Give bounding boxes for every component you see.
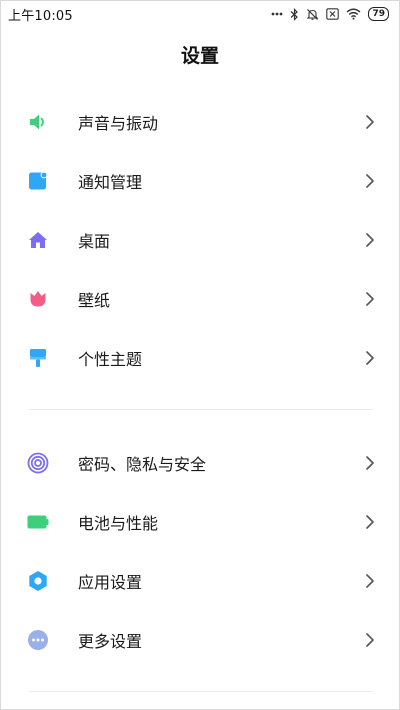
- status-time: 上午10:05: [8, 8, 73, 24]
- setting-item-sound-vibration[interactable]: 声音与振动: [1, 92, 399, 151]
- chevron-right-icon: [365, 291, 375, 307]
- paint-brush-icon: [27, 347, 49, 369]
- chevron-right-icon: [365, 455, 375, 471]
- chevron-right-icon: [365, 114, 375, 130]
- chevron-right-icon: [365, 232, 375, 248]
- setting-label: 桌面: [78, 231, 111, 251]
- setting-item-more-settings[interactable]: 更多设置: [1, 610, 399, 669]
- status-bar: 上午10:05 79: [1, 1, 399, 27]
- mute-bell-icon: [306, 8, 319, 21]
- setting-label: 密码、隐私与安全: [78, 454, 207, 474]
- status-icons: 79: [271, 7, 389, 21]
- section-divider: [29, 409, 373, 410]
- setting-item-wallpaper[interactable]: 壁纸: [1, 269, 399, 328]
- setting-label: 通知管理: [78, 172, 143, 192]
- setting-label: 更多设置: [78, 631, 143, 651]
- section-divider: [29, 691, 373, 692]
- bluetooth-icon: [290, 7, 299, 21]
- chevron-right-icon: [365, 514, 375, 530]
- chevron-right-icon: [365, 573, 375, 589]
- setting-item-battery-performance[interactable]: 电池与性能: [1, 492, 399, 551]
- setting-label: 声音与振动: [78, 113, 159, 133]
- setting-item-notifications[interactable]: 通知管理: [1, 151, 399, 210]
- setting-label: 应用设置: [78, 572, 143, 592]
- chevron-right-icon: [365, 632, 375, 648]
- notification-icon: [27, 170, 49, 192]
- wifi-icon: [346, 8, 361, 20]
- settings-group-1: 声音与振动 通知管理 桌面 壁纸 个性主题: [1, 92, 399, 387]
- setting-item-desktop[interactable]: 桌面: [1, 210, 399, 269]
- setting-item-themes[interactable]: 个性主题: [1, 328, 399, 387]
- setting-item-privacy-security[interactable]: 密码、隐私与安全: [1, 433, 399, 492]
- dots-icon: [271, 12, 283, 16]
- home-icon: [27, 229, 49, 251]
- battery-indicator: 79: [368, 7, 389, 21]
- setting-label: 个性主题: [78, 349, 143, 369]
- speaker-icon: [27, 111, 49, 133]
- setting-label: 电池与性能: [78, 513, 159, 533]
- setting-label: 壁纸: [78, 290, 111, 310]
- more-dots-icon: [27, 629, 49, 651]
- setting-item-app-settings[interactable]: 应用设置: [1, 551, 399, 610]
- no-sim-icon: [326, 8, 340, 20]
- battery-icon: [27, 511, 49, 533]
- fingerprint-icon: [27, 452, 49, 474]
- chevron-right-icon: [365, 173, 375, 189]
- tulip-icon: [27, 288, 49, 310]
- chevron-right-icon: [365, 350, 375, 366]
- gear-icon: [27, 570, 49, 592]
- settings-group-2: 密码、隐私与安全 电池与性能 应用设置 更多设置: [1, 433, 399, 669]
- page-title: 设置: [180, 45, 219, 67]
